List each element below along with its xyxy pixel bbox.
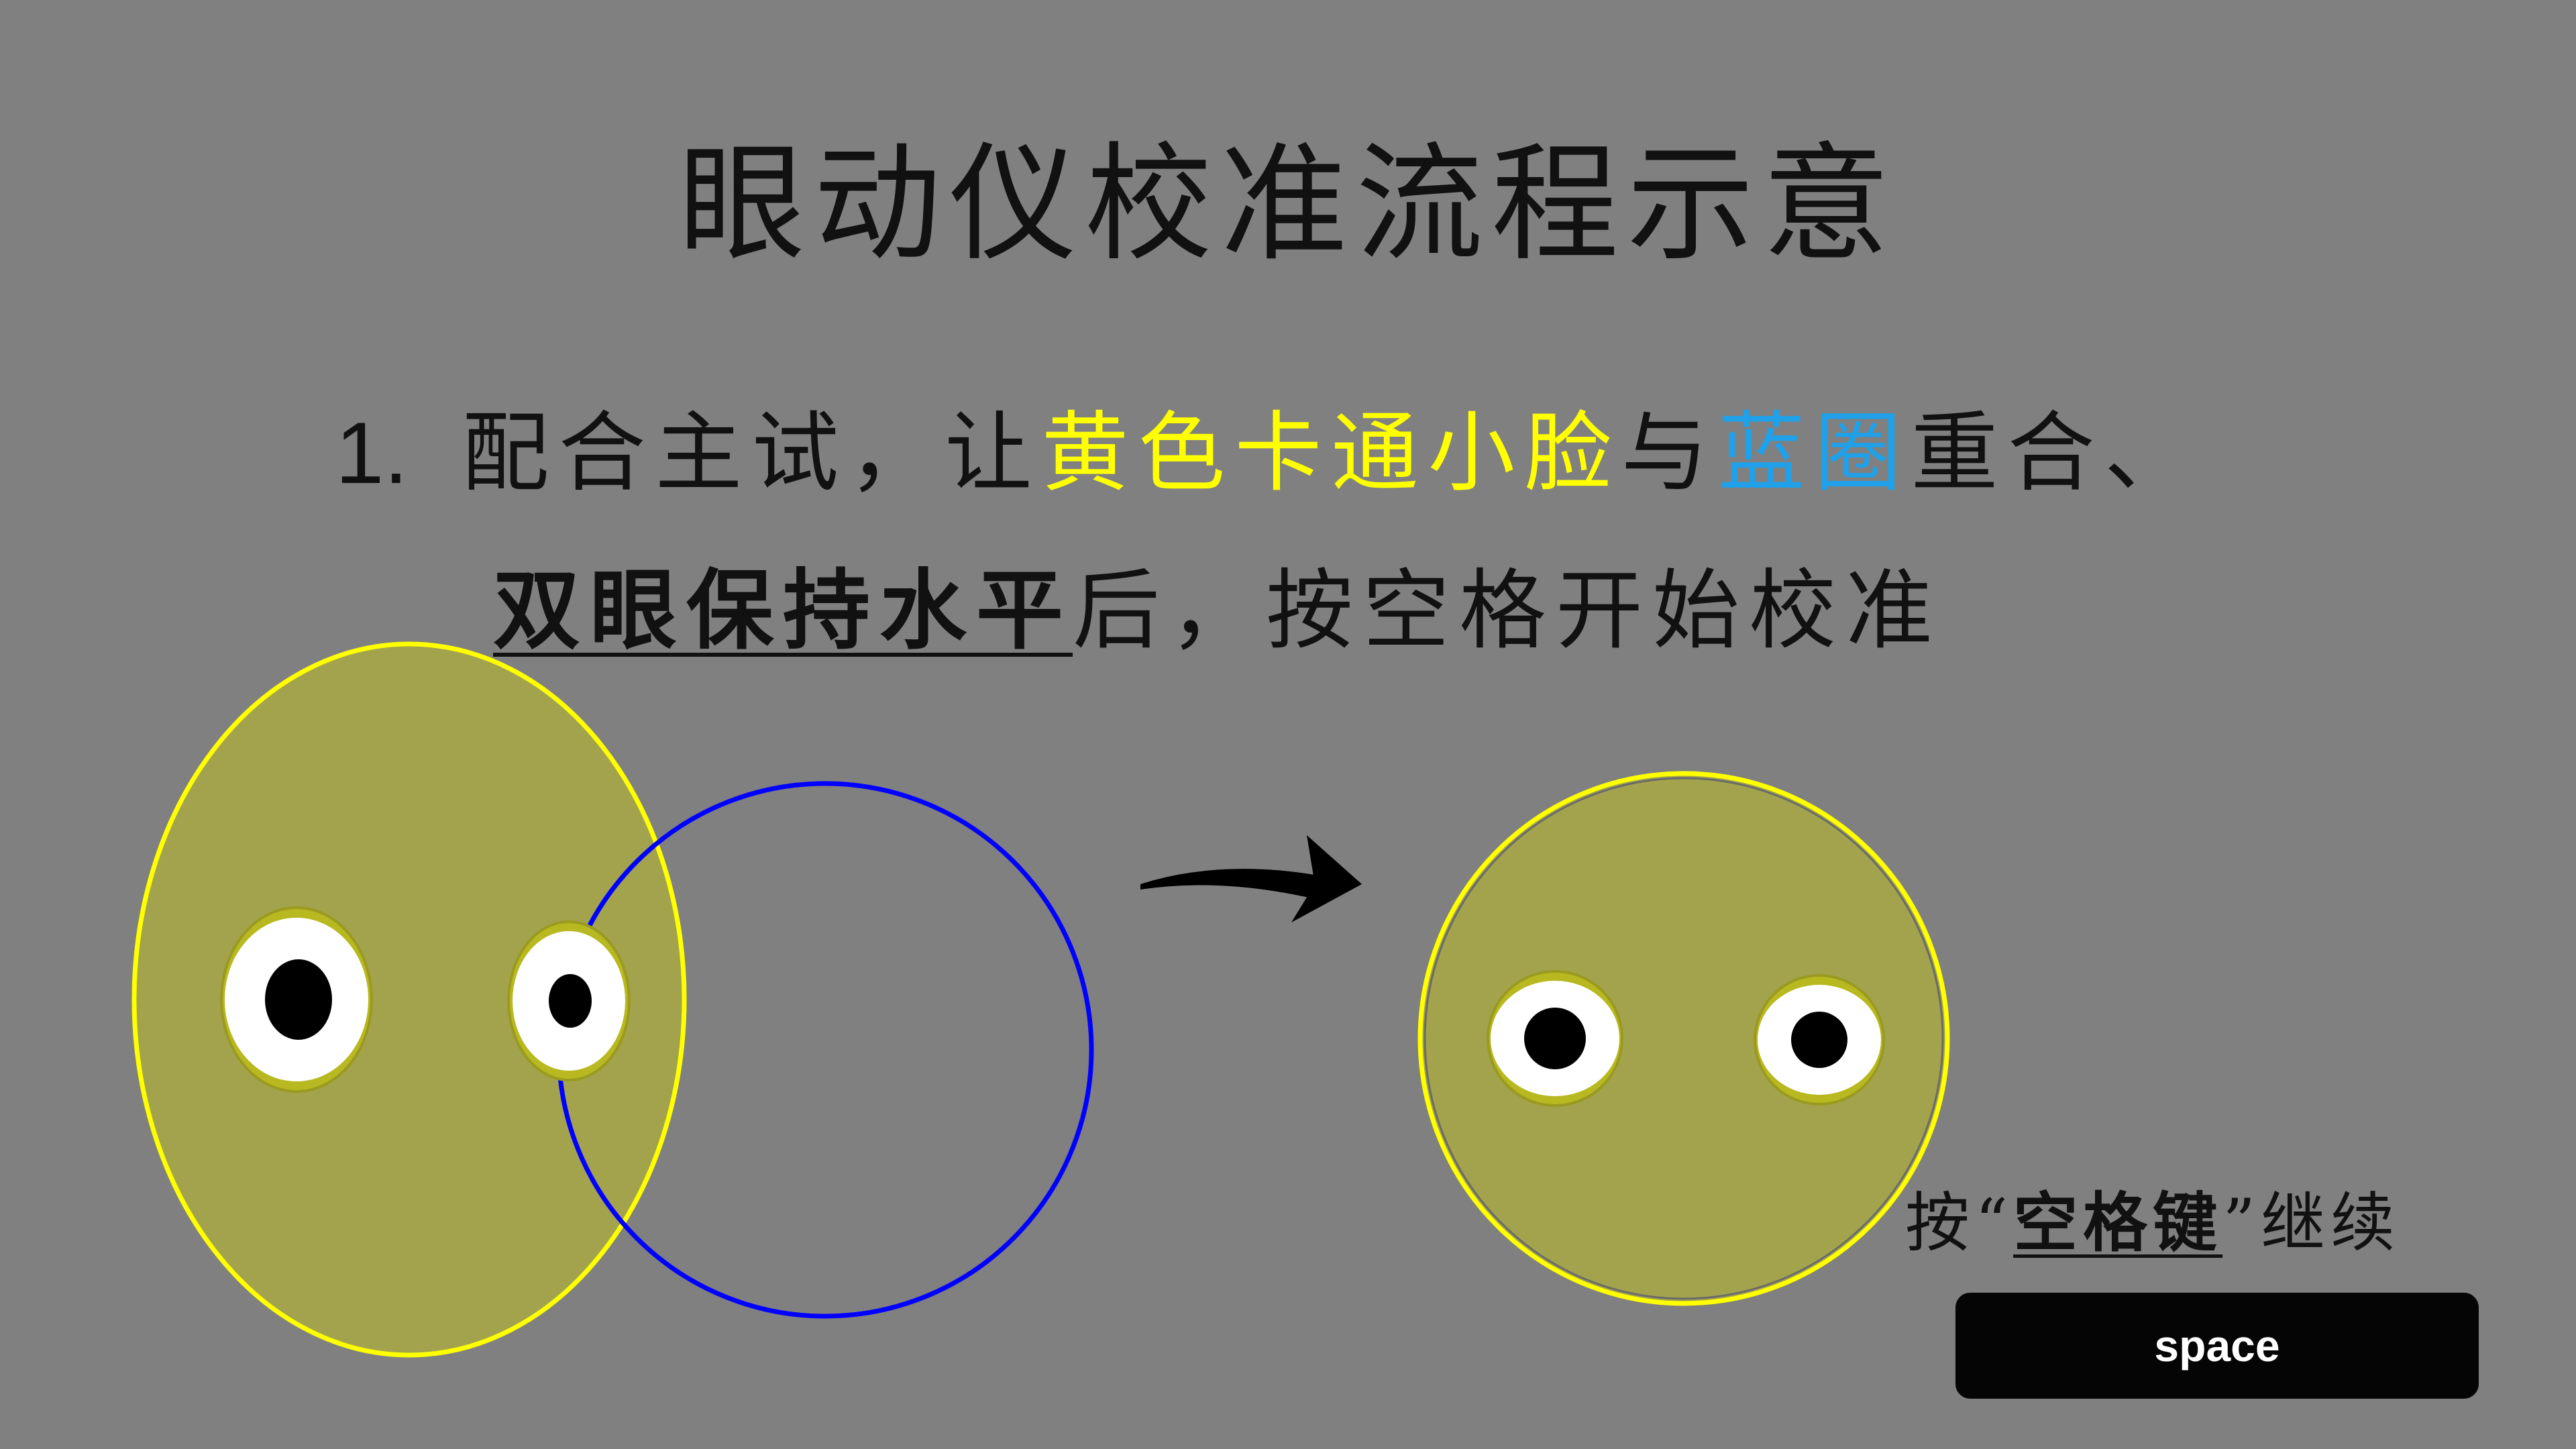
space-button[interactable]: space (1955, 1293, 2479, 1399)
misaligned-example (131, 641, 1094, 1358)
aligned-example (1417, 771, 1950, 1306)
hint-prefix: 按“ (1905, 1185, 2014, 1260)
aligned-right-eye (1754, 974, 1885, 1106)
right-eye (507, 920, 631, 1081)
calibration-instruction-screen: 眼动仪校准流程示意 1. 配合主试，让黄色卡通小脸与蓝圈重合、 双眼保持水平后，按… (0, 0, 2576, 1449)
continue-hint: 按“空格键”继续 (1905, 1179, 2400, 1267)
hint-suffix: ”继续 (2222, 1185, 2401, 1260)
curved-arrow-right-icon (1140, 835, 1362, 922)
hint-key: 空格键 (2013, 1185, 2223, 1260)
aligned-left-eye (1487, 970, 1623, 1107)
left-eye (220, 906, 373, 1093)
